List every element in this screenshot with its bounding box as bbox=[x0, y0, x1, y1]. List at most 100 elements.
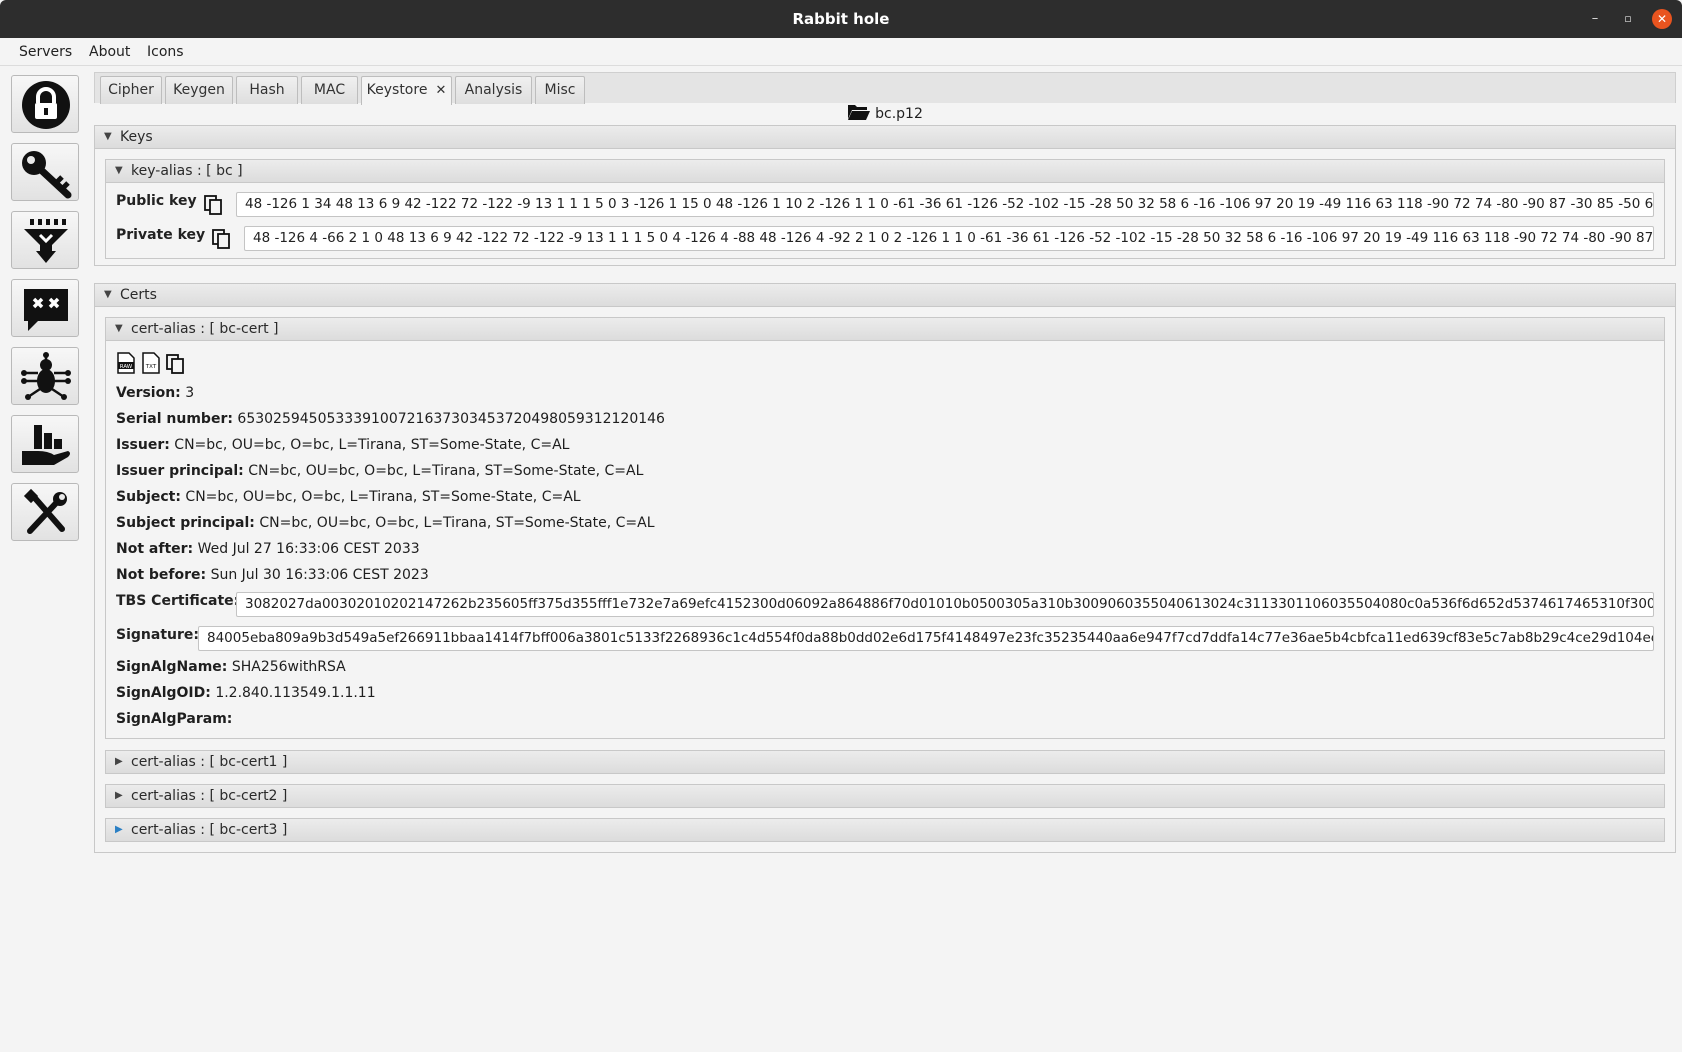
version-label: Version: bbox=[116, 385, 181, 401]
not-before-label: Not before: bbox=[116, 567, 207, 583]
not-before-value: Sun Jul 30 16:33:06 CEST 2023 bbox=[210, 567, 429, 583]
sidebar-hash-button[interactable] bbox=[11, 211, 79, 269]
version-row: Version: 3 bbox=[116, 385, 194, 407]
tbs-certificate-label: TBS Certificate: bbox=[116, 593, 240, 609]
cert-alias-header[interactable]: ▼ cert-alias : [ bc-cert ] bbox=[105, 317, 1665, 341]
public-key-label: Public key bbox=[116, 193, 197, 209]
subject-value: CN=bc, OU=bc, O=bc, L=Tirana, ST=Some-St… bbox=[185, 489, 581, 505]
public-key-field[interactable]: 48 -126 1 34 48 13 6 9 42 -122 72 -122 -… bbox=[236, 192, 1654, 217]
certs-title: Certs bbox=[120, 287, 157, 303]
signature-label: Signature: bbox=[116, 627, 199, 643]
tab-mac[interactable]: MAC bbox=[301, 76, 358, 104]
issuer-label: Issuer: bbox=[116, 437, 170, 453]
menu-bar: Servers About Icons bbox=[0, 38, 1682, 66]
certs-pane-header[interactable]: ▼ Certs bbox=[94, 283, 1676, 307]
version-value: 3 bbox=[185, 385, 195, 401]
tab-misc[interactable]: Misc bbox=[535, 76, 585, 104]
issuer-principal-label: Issuer principal: bbox=[116, 463, 244, 479]
tab-keygen[interactable]: Keygen bbox=[165, 76, 233, 104]
sidebar-analysis-button[interactable] bbox=[11, 347, 79, 405]
keystore-file[interactable]: bc.p12 bbox=[94, 103, 1676, 125]
folder-open-icon bbox=[848, 105, 871, 120]
menu-about[interactable]: About bbox=[89, 44, 130, 60]
collapsed-arrow-icon: ▶ bbox=[115, 824, 123, 835]
expand-arrow-icon: ▼ bbox=[115, 165, 123, 176]
tab-label: Analysis bbox=[464, 82, 523, 98]
cert-alias-header-bc-cert2[interactable]: ▶ cert-alias : [ bc-cert2 ] bbox=[105, 784, 1665, 808]
private-key-field[interactable]: 48 -126 4 -66 2 1 0 48 13 6 9 42 -122 72… bbox=[244, 226, 1654, 251]
sidebar-cipher-button[interactable] bbox=[11, 75, 79, 133]
expand-arrow-icon: ▼ bbox=[115, 323, 123, 334]
copy-icon bbox=[204, 195, 222, 215]
keys-pane-header[interactable]: ▼ Keys bbox=[94, 125, 1676, 149]
expand-arrow-icon: ▼ bbox=[104, 289, 112, 300]
sign-alg-oid-row: SignAlgOID: 1.2.840.113549.1.1.11 bbox=[116, 685, 376, 707]
tab-label: Misc bbox=[544, 82, 576, 98]
key-alias-header[interactable]: ▼ key-alias : [ bc ] bbox=[105, 159, 1665, 183]
tab-label: Hash bbox=[249, 82, 285, 98]
issuer-row: Issuer: CN=bc, OU=bc, O=bc, L=Tirana, ST… bbox=[116, 437, 569, 459]
menu-servers[interactable]: Servers bbox=[19, 44, 72, 60]
tab-cipher[interactable]: Cipher bbox=[100, 76, 162, 104]
issuer-value: CN=bc, OU=bc, O=bc, L=Tirana, ST=Some-St… bbox=[174, 437, 570, 453]
cert-alias-header-bc-cert1[interactable]: ▶ cert-alias : [ bc-cert1 ] bbox=[105, 750, 1665, 774]
cert-alias-title: cert-alias : [ bc-cert3 ] bbox=[131, 822, 288, 838]
message-error-icon bbox=[24, 289, 68, 331]
issuer-principal-row: Issuer principal: CN=bc, OU=bc, O=bc, L=… bbox=[116, 463, 643, 485]
close-button[interactable]: ✕ bbox=[1652, 9, 1672, 29]
sidebar-keygen-button[interactable] bbox=[11, 143, 79, 201]
cert-alias-title: cert-alias : [ bc-cert2 ] bbox=[131, 788, 288, 804]
title-bar: Rabbit hole – ▫ ✕ bbox=[0, 0, 1682, 38]
close-tab-icon[interactable]: ✕ bbox=[435, 83, 446, 98]
txt-file-icon[interactable]: TXT bbox=[141, 352, 161, 374]
lock-icon bbox=[22, 81, 70, 129]
subject-principal-row: Subject principal: CN=bc, OU=bc, O=bc, L… bbox=[116, 515, 655, 537]
keys-title: Keys bbox=[120, 129, 153, 145]
svg-text:RAW: RAW bbox=[120, 364, 133, 370]
copy-private-key-button[interactable] bbox=[212, 229, 230, 249]
tab-label: Keystore bbox=[366, 82, 428, 98]
signature-field[interactable]: 84005eba809a9b3d549a5ef266911bbaa1414f7b… bbox=[198, 626, 1654, 651]
network-bug-icon bbox=[21, 352, 71, 400]
sign-alg-oid-value: 1.2.840.113549.1.1.11 bbox=[215, 685, 376, 701]
sign-alg-name-value: SHA256withRSA bbox=[231, 659, 346, 675]
tab-hash[interactable]: Hash bbox=[236, 76, 298, 104]
not-after-value: Wed Jul 27 16:33:06 CEST 2033 bbox=[197, 541, 420, 557]
cert-alias-header-bc-cert3[interactable]: ▶ cert-alias : [ bc-cert3 ] bbox=[105, 818, 1665, 842]
sidebar-mac-button[interactable] bbox=[11, 279, 79, 337]
collapsed-arrow-icon: ▶ bbox=[115, 756, 123, 767]
sign-alg-param-row: SignAlgParam: bbox=[116, 711, 232, 733]
not-after-row: Not after: Wed Jul 27 16:33:06 CEST 2033 bbox=[116, 541, 420, 563]
serial-row: Serial number: 6530259450533391007216373… bbox=[116, 411, 665, 433]
subject-row: Subject: CN=bc, OU=bc, O=bc, L=Tirana, S… bbox=[116, 489, 581, 511]
sidebar-misc-button[interactable] bbox=[11, 483, 79, 541]
tools-icon bbox=[23, 488, 67, 534]
file-name: bc.p12 bbox=[875, 106, 923, 122]
private-key-label: Private key bbox=[116, 227, 206, 243]
hand-chart-icon bbox=[22, 425, 70, 465]
copy-public-key-button[interactable] bbox=[204, 195, 222, 215]
sign-alg-param-label: SignAlgParam: bbox=[116, 711, 233, 727]
collapsed-arrow-icon: ▶ bbox=[115, 790, 123, 801]
key-icon bbox=[22, 151, 72, 199]
svg-text:TXT: TXT bbox=[145, 364, 157, 370]
subject-principal-label: Subject principal: bbox=[116, 515, 255, 531]
copy-icon bbox=[212, 229, 230, 249]
sidebar-stats-button[interactable] bbox=[11, 415, 79, 473]
minimize-button[interactable]: – bbox=[1585, 9, 1605, 29]
copy-cert-button[interactable] bbox=[166, 354, 184, 374]
sign-alg-oid-label: SignAlgOID: bbox=[116, 685, 211, 701]
tab-label: Keygen bbox=[173, 82, 225, 98]
raw-file-icon[interactable]: RAW bbox=[116, 352, 136, 374]
menu-icons[interactable]: Icons bbox=[147, 44, 184, 60]
not-after-label: Not after: bbox=[116, 541, 194, 557]
not-before-row: Not before: Sun Jul 30 16:33:06 CEST 202… bbox=[116, 567, 429, 589]
tab-keystore[interactable]: Keystore ✕ bbox=[361, 76, 452, 105]
tbs-certificate-field[interactable]: 3082027da00302010202147262b235605ff375d3… bbox=[236, 592, 1654, 617]
copy-icon bbox=[166, 354, 184, 374]
tab-analysis[interactable]: Analysis bbox=[455, 76, 532, 104]
cert-alias-title: cert-alias : [ bc-cert1 ] bbox=[131, 754, 288, 770]
maximize-button[interactable]: ▫ bbox=[1618, 9, 1638, 29]
subject-label: Subject: bbox=[116, 489, 181, 505]
tab-label: MAC bbox=[313, 82, 346, 98]
